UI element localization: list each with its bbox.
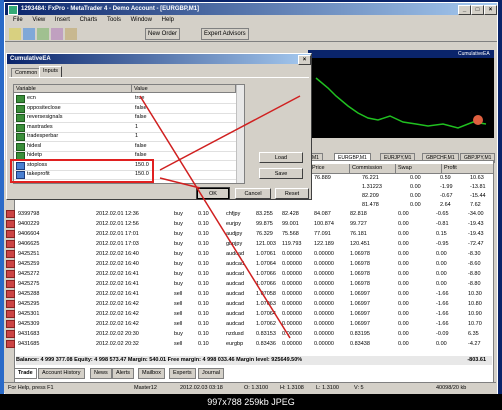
annotation-arrows <box>139 95 301 339</box>
arrow-line-2 <box>159 95 301 171</box>
arrow-line-1 <box>139 95 291 339</box>
